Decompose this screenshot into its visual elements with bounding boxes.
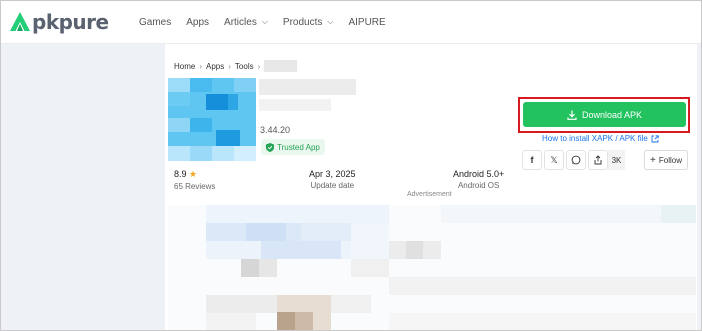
shield-check-icon [266, 142, 274, 152]
how-to-install-link[interactable]: How to install XAPK / APK file [542, 134, 659, 143]
main-nav: Games Apps Articles ⌵ Products ⌵ AIPURE [139, 1, 401, 43]
chevron-down-icon: ⌵ [261, 17, 268, 26]
nav-articles[interactable]: Articles ⌵ [224, 17, 268, 28]
nav-aipure-label: AIPURE [348, 16, 386, 28]
external-link-icon [651, 134, 659, 142]
app-title-blurred [259, 79, 356, 95]
trusted-app-label: Trusted App [277, 142, 320, 152]
android-os-stat: Android 5.0+ Android OS [453, 169, 504, 190]
top-header: pkpure Games Apps Articles ⌵ Products ⌵ AI… [1, 1, 701, 44]
logo-text: pkpure [32, 10, 109, 34]
star-icon: ★ [189, 169, 198, 179]
breadcrumb-current-blurred [264, 60, 298, 72]
reviews-count[interactable]: 65 Reviews [174, 182, 215, 191]
facebook-icon: f [530, 155, 534, 165]
rating-stat: 8.9 ★ 65 Reviews [174, 169, 215, 191]
whatsapp-icon [571, 155, 581, 165]
breadcrumb-separator: › [199, 61, 203, 71]
download-apk-label: Download APK [581, 109, 643, 120]
whatsapp-share-button[interactable] [566, 150, 586, 170]
nav-games-label: Games [139, 16, 172, 28]
nav-products[interactable]: Products ⌵ [283, 17, 334, 28]
breadcrumb-separator: › [257, 61, 261, 71]
breadcrumb-apps[interactable]: Apps [206, 62, 224, 71]
download-apk-button[interactable]: Download APK [523, 102, 686, 127]
right-gutter [697, 44, 701, 330]
chevron-down-icon: ⌵ [327, 17, 334, 26]
breadcrumb-separator: › [228, 61, 231, 71]
app-icon [168, 78, 256, 161]
update-date-stat: Apr 3, 2025 Update date [309, 169, 356, 190]
left-gutter [1, 44, 165, 330]
plus-icon: + [650, 154, 656, 166]
share-button[interactable] [588, 150, 608, 170]
page-frame: pkpure Games Apps Articles ⌵ Products ⌵ AI… [0, 0, 702, 331]
follow-label: Follow [658, 155, 682, 165]
app-version: 3.44.20 [260, 125, 291, 135]
update-date-label: Update date [310, 181, 355, 190]
breadcrumb-tools[interactable]: Tools [235, 62, 254, 71]
share-icon [594, 155, 602, 165]
nav-apps[interactable]: Apps [186, 17, 209, 28]
nav-games[interactable]: Games [139, 17, 171, 28]
share-count: 3K [608, 150, 625, 170]
nav-articles-label: Articles [224, 16, 257, 28]
android-os-label: Android OS [457, 181, 500, 190]
trusted-app-badge: Trusted App [261, 139, 325, 155]
apkpure-logo-icon [10, 12, 30, 31]
rating-row: 8.9 ★ [174, 169, 215, 180]
nav-aipure[interactable]: AIPURE [348, 17, 385, 28]
nav-apps-label: Apps [186, 16, 210, 28]
apkpure-logo[interactable]: pkpure [9, 10, 109, 34]
breadcrumb-home[interactable]: Home [174, 62, 195, 71]
android-os-value: Android 5.0+ [453, 169, 505, 179]
x-share-button[interactable]: 𝕏 [544, 150, 564, 170]
developer-name-blurred [259, 99, 331, 111]
facebook-share-button[interactable]: f [522, 150, 542, 170]
x-icon: 𝕏 [550, 154, 558, 165]
follow-button[interactable]: + Follow [644, 150, 688, 170]
how-to-install-label: How to install XAPK / APK file [542, 134, 648, 143]
update-date-value: Apr 3, 2025 [309, 169, 356, 179]
rating-value: 8.9 [174, 169, 187, 179]
download-icon [567, 110, 577, 120]
advertisement-label: Advertisement [407, 191, 452, 198]
nav-products-label: Products [282, 16, 323, 28]
breadcrumb: Home › Apps › Tools › [174, 60, 298, 72]
